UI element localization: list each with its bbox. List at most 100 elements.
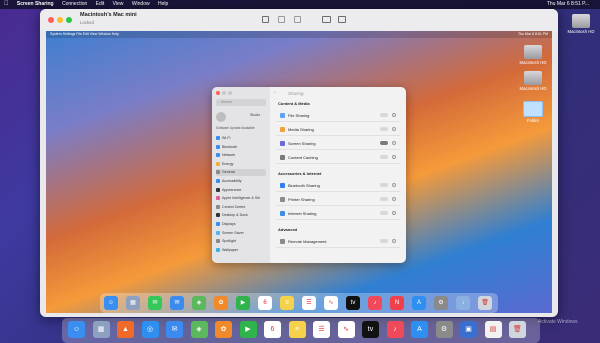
sidebar-item-wallpaper[interactable]: Wallpaper <box>216 247 266 254</box>
menu-help[interactable]: Help <box>158 0 168 9</box>
freeform-icon[interactable]: ∿ <box>324 296 338 310</box>
news-icon[interactable]: N <box>390 296 404 310</box>
sidebar-item-accessibility[interactable]: Accessibility <box>216 178 266 185</box>
info-icon[interactable] <box>392 113 396 117</box>
remote-menubar-clock[interactable]: Thu Mar 6 8:51 PM <box>518 31 548 38</box>
facetime-icon[interactable]: ▶ <box>236 296 250 310</box>
toggle-switch[interactable] <box>380 197 388 201</box>
sharing-row-bluetooth-sharing[interactable]: Bluetooth Sharing <box>276 180 400 192</box>
settings-minimize-button[interactable] <box>222 91 226 95</box>
sharing-row-remote-management[interactable]: Remote Management <box>276 236 400 248</box>
screens-icon[interactable] <box>278 16 285 23</box>
toggle-switch[interactable] <box>380 239 388 243</box>
maps-icon[interactable]: ◈ <box>190 321 208 338</box>
sidebar-item-control-centre[interactable]: Control Centre <box>216 204 266 211</box>
minimize-button[interactable] <box>57 17 63 23</box>
photos-icon[interactable]: ✿ <box>214 296 228 310</box>
menu-edit[interactable]: Edit <box>96 0 105 9</box>
desktop-item-macintosh-hd[interactable]: Macintosh HD <box>566 14 596 34</box>
info-icon[interactable] <box>392 197 396 201</box>
window-titlebar[interactable]: Macintosh’s Mac mini Locked <box>40 9 558 31</box>
info-icon[interactable] <box>392 141 396 145</box>
mail-icon[interactable]: ✉ <box>170 296 184 310</box>
back-icon[interactable]: ‹ <box>274 90 276 96</box>
tv-icon[interactable]: tv <box>346 296 360 310</box>
system-settings-window[interactable]: ⌕ Search Studio Software Update Availabl… <box>212 87 406 263</box>
software-update-note[interactable]: Software Update Available <box>216 126 255 130</box>
sharing-row-screen-sharing[interactable]: Screen Sharing <box>276 138 400 150</box>
freeform-icon[interactable]: ∿ <box>337 321 355 338</box>
photos-icon[interactable]: ✿ <box>215 321 232 338</box>
facetime-icon[interactable]: ▶ <box>239 321 257 338</box>
sharing-row-file-sharing[interactable]: File Sharing <box>276 110 400 122</box>
safari-icon[interactable]: ◎ <box>141 321 159 338</box>
screen-sharing-icon[interactable]: ▣ <box>460 321 477 338</box>
share-icon[interactable] <box>262 16 269 23</box>
brave-icon[interactable]: ▲ <box>117 321 134 338</box>
sidebar-item-screen-saver[interactable]: Screen Saver <box>216 230 266 237</box>
info-icon[interactable] <box>392 239 396 243</box>
notes-icon[interactable]: ≡ <box>280 296 294 310</box>
scale-icon[interactable] <box>294 16 301 23</box>
calendar-icon[interactable]: 6 <box>258 296 272 310</box>
menu-window[interactable]: Window <box>132 0 150 9</box>
remote-desktop-item-macintosh-hd[interactable]: Macintosh HD <box>518 45 548 65</box>
menubar-clock[interactable]: Thu Mar 6 8:51 P... <box>547 0 589 9</box>
app-store-icon[interactable]: A <box>411 321 428 338</box>
settings-zoom-button[interactable] <box>228 91 232 95</box>
document-icon[interactable]: ▤ <box>484 321 502 338</box>
music-icon[interactable]: ♪ <box>368 296 382 310</box>
toggle-switch[interactable] <box>380 141 388 145</box>
sidebar-item-displays[interactable]: Displays <box>216 221 266 228</box>
sidebar-item-bluetooth[interactable]: Bluetooth <box>216 144 266 151</box>
sidebar-item-network[interactable]: Network <box>216 152 266 159</box>
menu-app-name[interactable]: Screen Sharing <box>17 0 54 9</box>
mode-icon[interactable] <box>322 16 331 23</box>
toggle-switch[interactable] <box>380 155 388 159</box>
remote-desktop[interactable]: System Settings File Edit View Window He… <box>46 31 552 313</box>
zoom-button[interactable] <box>66 17 72 23</box>
remote-desktop-item-folder[interactable]: Folder <box>518 101 548 123</box>
toggle-switch[interactable] <box>380 211 388 215</box>
reminders-icon[interactable]: ☰ <box>302 296 316 310</box>
info-icon[interactable] <box>392 155 396 159</box>
tv-icon[interactable]: tv <box>362 321 379 338</box>
toggle-switch[interactable] <box>380 127 388 131</box>
sidebar-item-apple-intelligence-siri[interactable]: Apple Intelligence & Siri <box>216 195 266 202</box>
settings-search-field[interactable]: ⌕ Search <box>216 99 266 106</box>
close-button[interactable] <box>48 17 54 23</box>
launchpad-icon[interactable]: ▦ <box>126 296 140 310</box>
user-name[interactable]: Studio <box>250 113 260 117</box>
info-icon[interactable] <box>392 211 396 215</box>
system-settings-icon[interactable]: ⚙ <box>434 296 448 310</box>
menu-connection[interactable]: Connection <box>62 0 87 9</box>
sharing-row-internet-sharing[interactable]: Internet Sharing <box>276 208 400 220</box>
reminders-icon[interactable]: ☰ <box>313 321 330 338</box>
remote-desktop-item-macintosh-hd-2[interactable]: Macintosh HD <box>518 71 548 91</box>
music-icon[interactable]: ♪ <box>386 321 404 338</box>
avatar[interactable] <box>216 112 226 122</box>
trash-icon[interactable]: 🗑 <box>478 296 492 310</box>
sidebar-item-general[interactable]: General <box>216 169 266 177</box>
toggle-switch[interactable] <box>380 183 388 187</box>
app-store-icon[interactable]: A <box>412 296 426 310</box>
apple-logo-icon[interactable]:  <box>4 0 9 9</box>
info-icon[interactable] <box>392 183 396 187</box>
remote-menubar-left[interactable]: System Settings File Edit View Window He… <box>50 32 119 36</box>
trash-icon[interactable]: 🗑 <box>509 321 526 338</box>
sidebar-item-desktop-dock[interactable]: Desktop & Dock <box>216 212 266 219</box>
toggle-switch[interactable] <box>380 113 388 117</box>
sharing-row-content-caching[interactable]: Content Caching <box>276 152 400 164</box>
settings-close-button[interactable] <box>216 91 220 95</box>
messages-icon[interactable]: ✉ <box>148 296 162 310</box>
info-icon[interactable] <box>392 127 396 131</box>
sharing-row-printer-sharing[interactable]: Printer Sharing <box>276 194 400 206</box>
sidebar-item-wi-fi[interactable]: Wi-Fi <box>216 135 266 142</box>
sidebar-item-spotlight[interactable]: Spotlight <box>216 238 266 245</box>
sharing-row-media-sharing[interactable]: Media Sharing <box>276 124 400 136</box>
menu-view[interactable]: View <box>113 0 124 9</box>
finder-icon[interactable]: ☺ <box>68 321 85 338</box>
system-settings-icon[interactable]: ⚙ <box>435 321 453 338</box>
screen-sharing-window[interactable]: Macintosh’s Mac mini Locked System Setti… <box>40 9 558 317</box>
downloads-icon[interactable]: ↓ <box>456 296 470 310</box>
